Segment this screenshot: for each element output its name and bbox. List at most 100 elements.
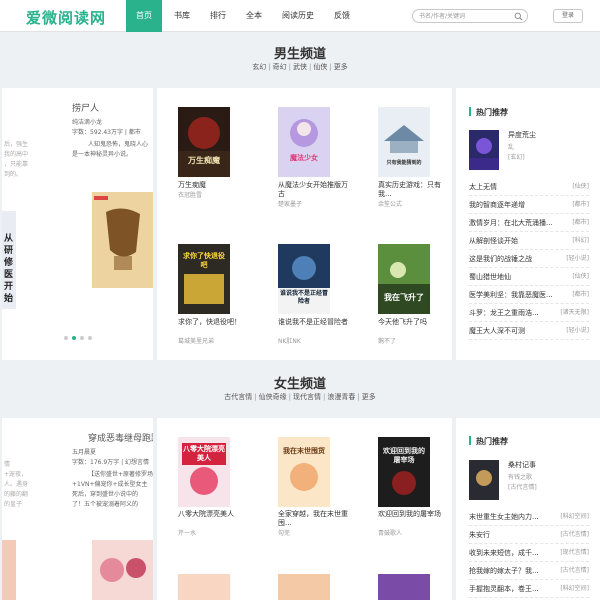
search-icon[interactable] bbox=[514, 12, 523, 21]
slide-book-cover[interactable] bbox=[92, 540, 153, 600]
book-author: 葛城美里兄弟 bbox=[178, 338, 215, 345]
hot-heading-bar bbox=[469, 107, 471, 116]
hot-list-item[interactable]: 魔王大人深不可测 [轻小说] bbox=[469, 322, 589, 340]
hot-list-item[interactable]: 我的智商逐年递增 [都市] bbox=[469, 196, 589, 214]
slider-dot[interactable] bbox=[64, 336, 68, 340]
book-title[interactable]: 从魔法少女开始推版万古 bbox=[278, 181, 350, 199]
hot-list-item[interactable]: 太上无情 [仙侠] bbox=[469, 178, 589, 196]
hot-featured-cover[interactable] bbox=[469, 460, 499, 500]
hot-item-name[interactable]: 魔王大人深不可测 bbox=[469, 322, 525, 340]
book-cover[interactable]: 我在飞升了 bbox=[378, 244, 430, 314]
slide-book-desc: +1VN+偏宠你+成长型女主 bbox=[72, 481, 148, 488]
book-cover[interactable]: 我在末世囤货 bbox=[278, 437, 330, 507]
nav-home[interactable]: 首页 bbox=[126, 0, 162, 32]
hot-list-item[interactable]: 这是我们的战锤之战 [轻小说] bbox=[469, 250, 589, 268]
subcat-link[interactable]: 浪漫青春 bbox=[327, 393, 355, 401]
male-featured-slider[interactable]: 后，强生 我的高中 ，只能靠 到的。 从研修医开始 捞尸人 纯洁滴小龙 字数：5… bbox=[2, 88, 153, 360]
prev-slide-text: 的皇子 bbox=[4, 501, 23, 508]
hot-list-item[interactable]: 朱安行 [古代言情] bbox=[469, 526, 589, 544]
hot-list-item[interactable]: 斗罗：龙王之重雨浩... [诸天无限] bbox=[469, 304, 589, 322]
book-cover[interactable] bbox=[278, 574, 330, 600]
book-cover[interactable]: 八零大院漂亮美人 bbox=[178, 437, 230, 507]
female-featured-slider[interactable]: 情 +宠夜， 人。遇身 的藤的翻 的皇子 穿成恶毒继母跑路 五月晨夏 字数：17… bbox=[2, 418, 153, 600]
book-title[interactable]: 真实历史游戏：只有我... bbox=[378, 181, 450, 199]
nav-library[interactable]: 书库 bbox=[166, 0, 198, 32]
cover-text: 八零大院漂亮美人 bbox=[183, 445, 225, 462]
hot-item-name[interactable]: 医学美利坚：我靠恶魔医... bbox=[469, 286, 553, 304]
hot-item-name[interactable]: 我的智商逐年递增 bbox=[469, 196, 525, 214]
hot-item-name[interactable]: 朱安行 bbox=[469, 526, 490, 544]
hot-list-item[interactable]: 医学美利坚：我靠恶魔医... [都市] bbox=[469, 286, 589, 304]
prev-slide-text: +宠夜， bbox=[4, 471, 28, 478]
prev-slide-text: 的藤的翻 bbox=[4, 491, 29, 498]
hot-list-item[interactable]: 激情岁月：在北大荒涌播... [都市] bbox=[469, 214, 589, 232]
subcat-link[interactable]: 更多 bbox=[334, 63, 348, 71]
hot-item-category: [仙侠] bbox=[572, 183, 589, 190]
book-title[interactable]: 今天他飞升了吗 bbox=[378, 318, 450, 327]
nav-ranking[interactable]: 排行 bbox=[202, 0, 234, 32]
hot-item-name[interactable]: 激情岁月：在北大荒涌播... bbox=[469, 214, 553, 232]
slider-dot[interactable] bbox=[80, 336, 84, 340]
nav-complete[interactable]: 全本 bbox=[238, 0, 270, 32]
hot-item-name[interactable]: 手握抱灵翻本，卷王... bbox=[469, 580, 539, 598]
prev-slide-text: ，只能靠 bbox=[4, 161, 29, 168]
hot-item-name[interactable]: 太上无情 bbox=[469, 178, 497, 196]
hot-item-category: [轻小说] bbox=[566, 327, 589, 334]
book-cover[interactable]: 只有我能猜到的 bbox=[378, 107, 430, 177]
book-cover[interactable]: 谁说我不是正经冒险者 bbox=[278, 244, 330, 314]
subcat-link[interactable]: 玄幻 bbox=[252, 63, 266, 71]
nav-feedback[interactable]: 反馈 bbox=[326, 0, 358, 32]
book-author: 楚家墨子 bbox=[278, 201, 303, 208]
prev-slide-text: 情 bbox=[4, 461, 11, 468]
book-cover[interactable]: 魔法少女 bbox=[278, 107, 330, 177]
subcat-link[interactable]: 更多 bbox=[362, 393, 376, 401]
subcat-link[interactable]: 武侠 bbox=[293, 63, 307, 71]
hot-list-item[interactable]: 蜀山猎世地仙 [仙侠] bbox=[469, 268, 589, 286]
book-title[interactable]: 全家穿越，我在末世重囤... bbox=[278, 510, 350, 528]
book-cover[interactable]: 万生痴魔 bbox=[178, 107, 230, 177]
hot-item-name[interactable]: 斗罗：龙王之重雨浩... bbox=[469, 304, 539, 322]
book-title[interactable]: 谁说我不是正经冒险者 bbox=[278, 318, 350, 327]
cover-text: 谁说我不是正经冒险者 bbox=[280, 290, 329, 305]
hot-item-category: [古代言情] bbox=[560, 531, 589, 538]
hot-list-item[interactable]: 收到未来短信，成千... [现代言情] bbox=[469, 544, 589, 562]
login-button[interactable]: 登录 bbox=[553, 9, 583, 23]
hot-item-name[interactable]: 收到未来短信，成千... bbox=[469, 544, 539, 562]
nav-history[interactable]: 阅读历史 bbox=[274, 0, 322, 32]
book-cover[interactable]: 欢迎回到我的屠宰场 bbox=[378, 437, 430, 507]
search-input[interactable] bbox=[419, 12, 513, 21]
prev-slide-cover[interactable] bbox=[2, 540, 16, 600]
hot-item-name[interactable]: 蜀山猎世地仙 bbox=[469, 268, 511, 286]
book-cover[interactable] bbox=[378, 574, 430, 600]
hot-featured-category: [玄幻] bbox=[508, 154, 525, 161]
prev-slide-cover[interactable]: 从研修医开始 bbox=[2, 211, 16, 309]
slide-book-cover[interactable] bbox=[92, 192, 153, 288]
hot-item-name[interactable]: 抢我嫁的嫁太子？我... bbox=[469, 562, 539, 580]
book-title[interactable]: 求你了，快退役吧！ bbox=[178, 318, 250, 327]
slider-dot-active[interactable] bbox=[72, 336, 76, 340]
book-title[interactable]: 欢迎回到我的屠宰场 bbox=[378, 510, 450, 519]
subcat-link[interactable]: 现代言情 bbox=[293, 393, 321, 401]
hot-item-name[interactable]: 这是我们的战锤之战 bbox=[469, 250, 532, 268]
hot-list-item[interactable]: 手握抱灵翻本，卷王... [科幻空间] bbox=[469, 580, 589, 598]
book-title[interactable]: 万生痴魔 bbox=[178, 181, 250, 190]
hot-item-name[interactable]: 末世重生女主她内力... bbox=[469, 508, 539, 526]
slider-dot[interactable] bbox=[88, 336, 92, 340]
slide-book-title[interactable]: 捞尸人 bbox=[72, 104, 99, 114]
site-logo[interactable]: 爱微阅读网 bbox=[26, 7, 106, 28]
hot-list-item[interactable]: 末世重生女主她内力... [科幻空间] bbox=[469, 508, 589, 526]
slide-book-title[interactable]: 穿成恶毒继母跑路 bbox=[88, 434, 153, 444]
hot-list-item[interactable]: 从解剖怪谈开始 [科幻] bbox=[469, 232, 589, 250]
book-cover[interactable] bbox=[178, 574, 230, 600]
hot-featured-cover[interactable] bbox=[469, 130, 499, 170]
hot-item-name[interactable]: 从解剖怪谈开始 bbox=[469, 232, 518, 250]
hot-featured-title[interactable]: 桑村记事 bbox=[508, 460, 536, 470]
subcat-link[interactable]: 仙侠 bbox=[313, 63, 327, 71]
hot-list-item[interactable]: 抢我嫁的嫁太子？我... [古代言情] bbox=[469, 562, 589, 580]
subcat-link[interactable]: 古代言情 bbox=[224, 393, 252, 401]
book-title[interactable]: 八零大院漂亮美人 bbox=[178, 510, 250, 519]
subcat-link[interactable]: 仙侠奇缘 bbox=[259, 393, 287, 401]
hot-featured-title[interactable]: 异度荒尘 bbox=[508, 130, 536, 140]
book-cover[interactable]: 求你了快退役吧 bbox=[178, 244, 230, 314]
subcat-link[interactable]: 奇幻 bbox=[273, 63, 287, 71]
